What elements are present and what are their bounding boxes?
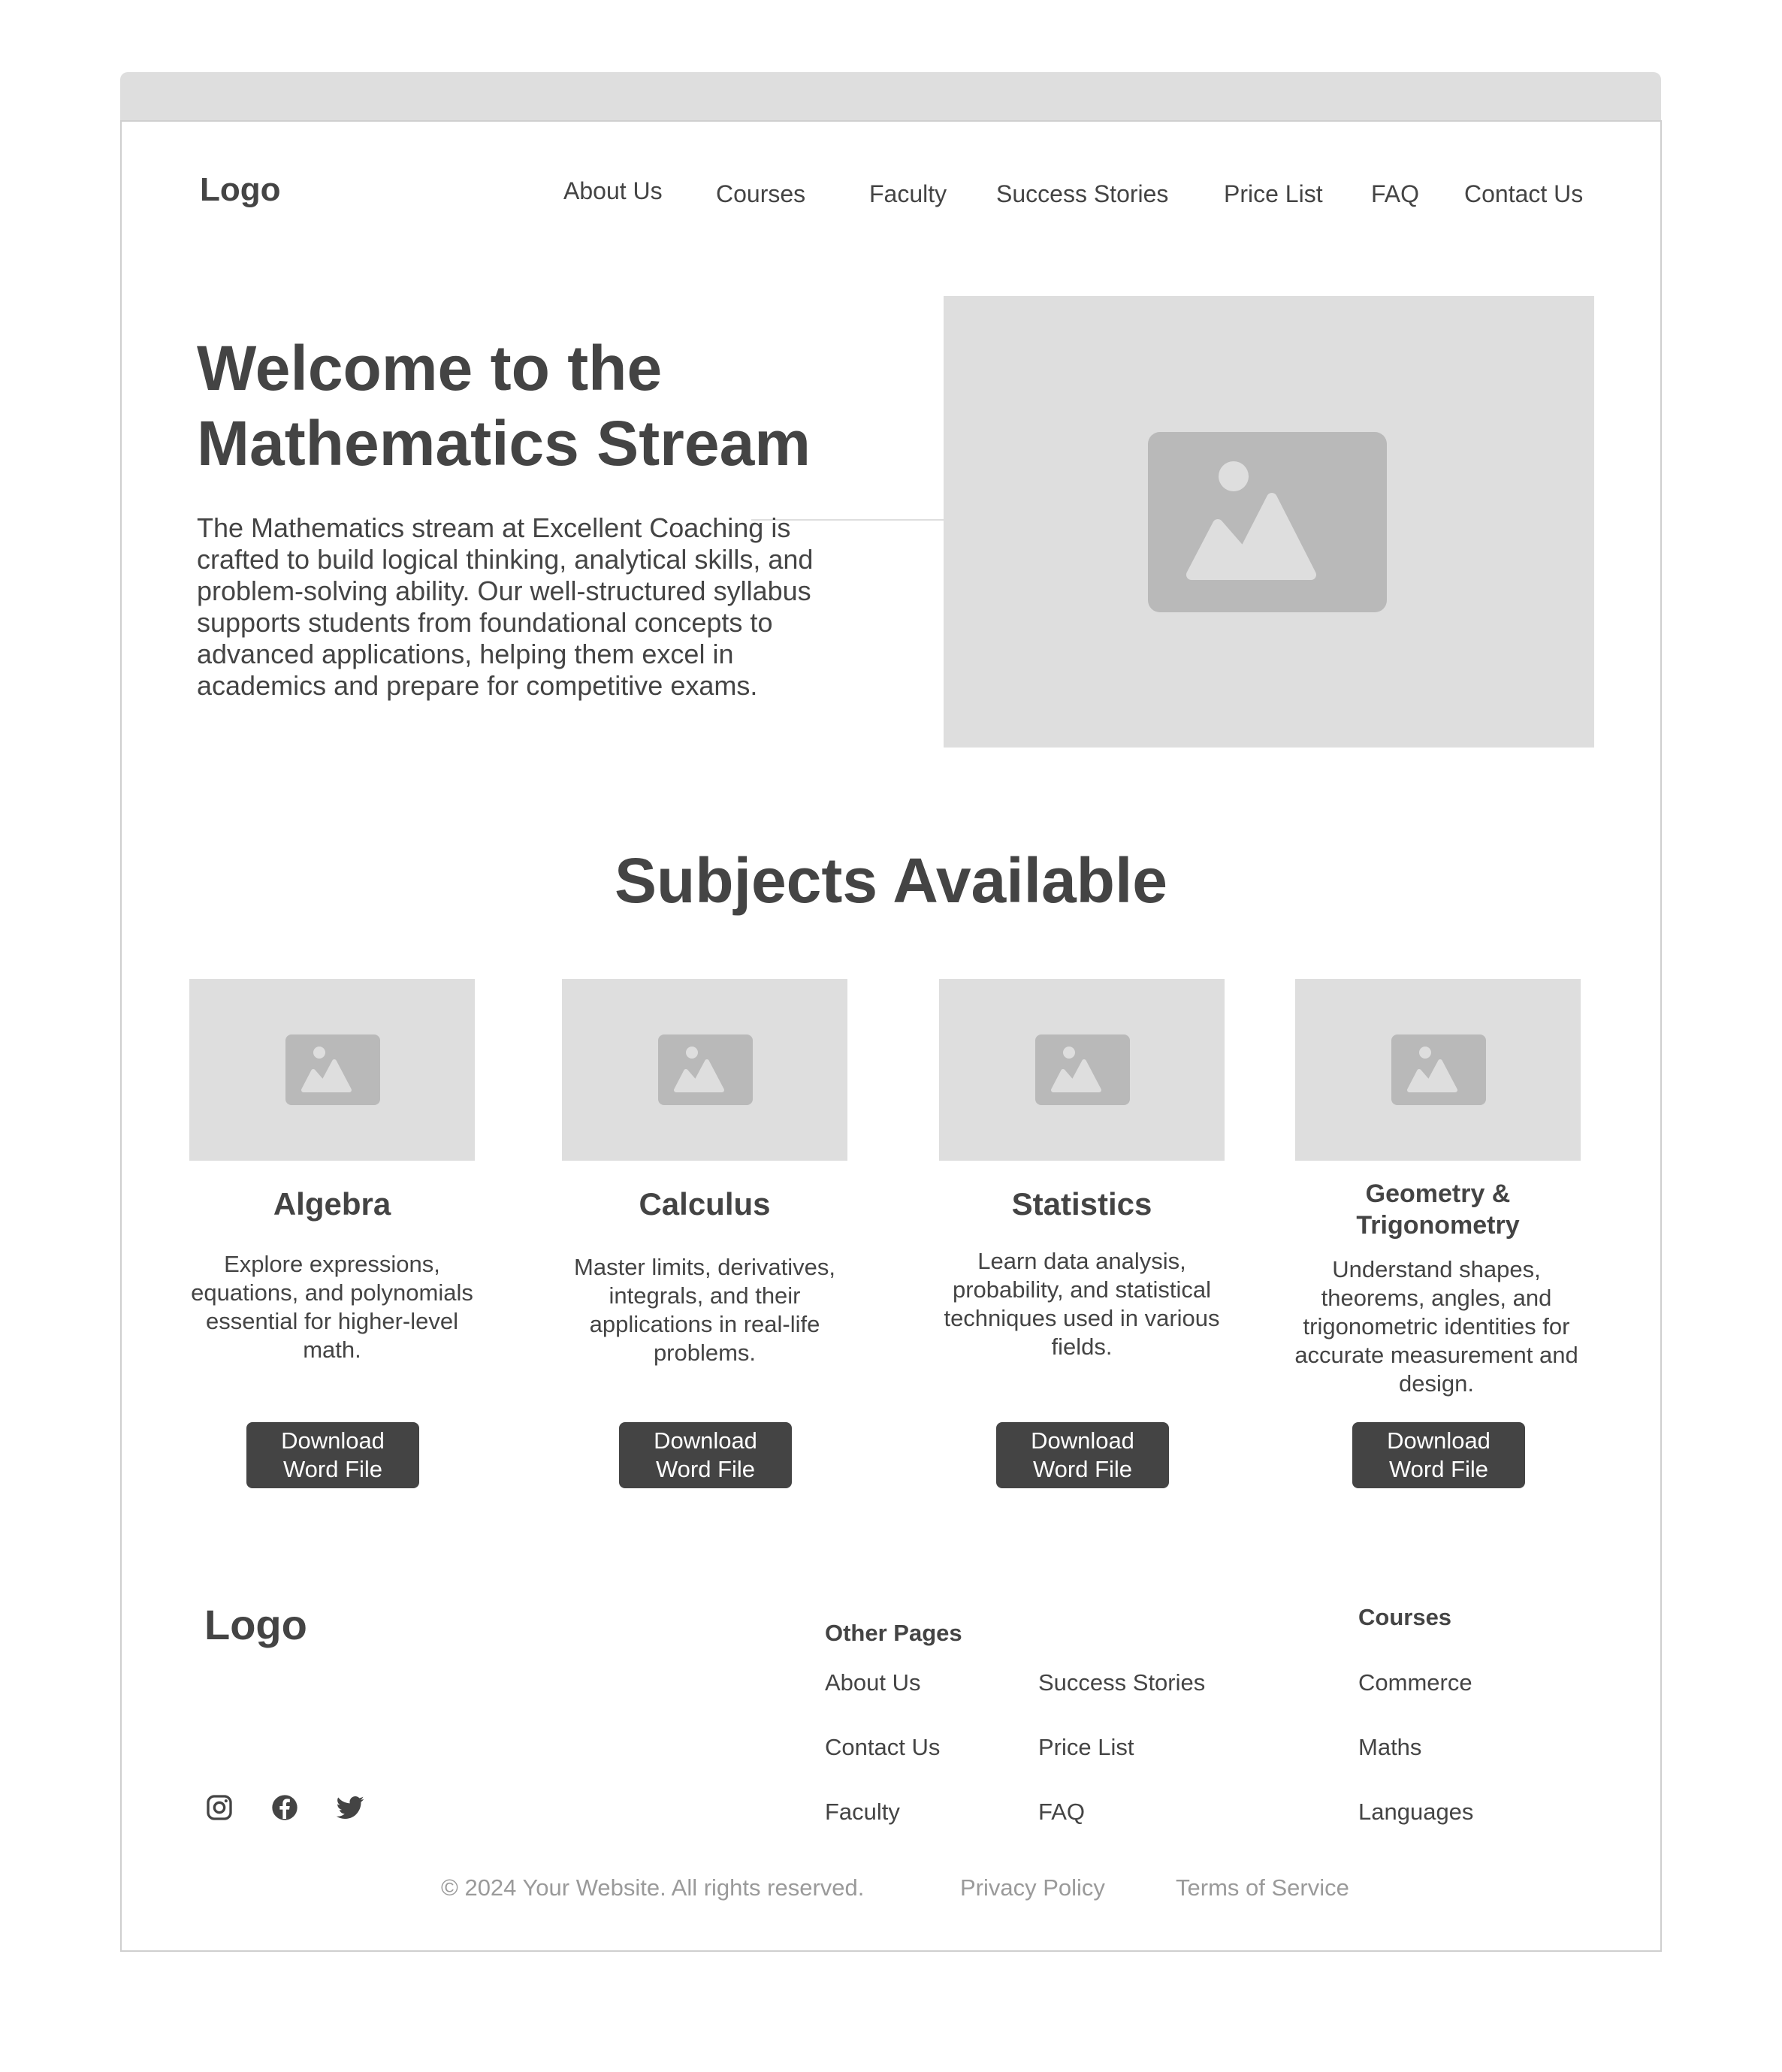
subject-title-algebra: Algebra bbox=[273, 1186, 391, 1222]
footer-link-about-us[interactable]: About Us bbox=[825, 1669, 921, 1696]
footer-course-maths[interactable]: Maths bbox=[1358, 1734, 1421, 1761]
footer-courses-heading: Courses bbox=[1358, 1604, 1452, 1630]
footer-other-pages-heading: Other Pages bbox=[825, 1620, 962, 1646]
hero-title-line-1: Welcome to the bbox=[197, 333, 663, 403]
footer-logo[interactable]: Logo bbox=[204, 1600, 307, 1649]
twitter-icon[interactable] bbox=[335, 1793, 365, 1823]
footer-privacy-policy-link[interactable]: Privacy Policy bbox=[960, 1874, 1105, 1901]
footer-link-faq[interactable]: FAQ bbox=[1038, 1799, 1085, 1826]
browser-top-bar bbox=[120, 72, 1661, 120]
nav-success-stories[interactable]: Success Stories bbox=[996, 180, 1168, 208]
download-button-geometry[interactable]: Download Word File bbox=[1352, 1422, 1525, 1488]
subject-desc-geometry: Understand shapes, theorems, angles, and… bbox=[1294, 1256, 1578, 1397]
hero-title-line-2: Mathematics Stream bbox=[197, 408, 811, 479]
hero-description: The Mathematics stream at Excellent Coac… bbox=[197, 512, 814, 701]
subject-desc-algebra: Explore expressions, equations, and poly… bbox=[191, 1251, 473, 1363]
nav-contact-us[interactable]: Contact Us bbox=[1464, 180, 1583, 208]
nav-price-list[interactable]: Price List bbox=[1224, 180, 1323, 208]
image-placeholder-icon bbox=[1035, 1034, 1130, 1105]
subject-image-statistics bbox=[939, 979, 1225, 1161]
nav-about-us[interactable]: About Us bbox=[563, 177, 663, 205]
subject-image-calculus bbox=[562, 979, 847, 1161]
subject-image-algebra bbox=[189, 979, 475, 1161]
instagram-icon[interactable] bbox=[204, 1793, 234, 1823]
footer-course-languages[interactable]: Languages bbox=[1358, 1799, 1473, 1826]
header-logo[interactable]: Logo bbox=[200, 171, 281, 209]
footer-link-success-stories[interactable]: Success Stories bbox=[1038, 1669, 1205, 1696]
download-button-algebra[interactable]: Download Word File bbox=[246, 1422, 419, 1488]
nav-courses[interactable]: Courses bbox=[716, 180, 805, 208]
footer-terms-link[interactable]: Terms of Service bbox=[1176, 1874, 1349, 1901]
nav-faculty[interactable]: Faculty bbox=[869, 180, 947, 208]
facebook-icon[interactable] bbox=[270, 1793, 300, 1823]
footer-link-contact-us[interactable]: Contact Us bbox=[825, 1734, 940, 1761]
image-placeholder-icon bbox=[1148, 432, 1387, 612]
nav-faq[interactable]: FAQ bbox=[1371, 180, 1419, 208]
subject-title-calculus: Calculus bbox=[639, 1186, 771, 1222]
download-button-statistics[interactable]: Download Word File bbox=[996, 1422, 1169, 1488]
subject-title-statistics: Statistics bbox=[1011, 1186, 1152, 1222]
subject-image-geometry bbox=[1295, 979, 1581, 1161]
subject-title-geometry: Geometry & Trigonometry bbox=[1356, 1179, 1520, 1240]
footer-copyright: © 2024 Your Website. All rights reserved… bbox=[441, 1874, 865, 1901]
subject-desc-calculus: Master limits, derivatives, integrals, a… bbox=[574, 1254, 835, 1366]
hero-image bbox=[944, 296, 1594, 748]
subjects-heading: Subjects Available bbox=[614, 845, 1168, 916]
subject-desc-statistics: Learn data analysis, probability, and st… bbox=[944, 1248, 1220, 1360]
image-placeholder-icon bbox=[1391, 1034, 1486, 1105]
image-placeholder-icon bbox=[658, 1034, 753, 1105]
footer-course-commerce[interactable]: Commerce bbox=[1358, 1669, 1472, 1696]
footer-link-price-list[interactable]: Price List bbox=[1038, 1734, 1134, 1761]
image-placeholder-icon bbox=[285, 1034, 380, 1105]
hero-title: Welcome to the Mathematics Stream bbox=[197, 331, 948, 481]
download-button-calculus[interactable]: Download Word File bbox=[619, 1422, 792, 1488]
footer-link-faculty[interactable]: Faculty bbox=[825, 1799, 900, 1826]
